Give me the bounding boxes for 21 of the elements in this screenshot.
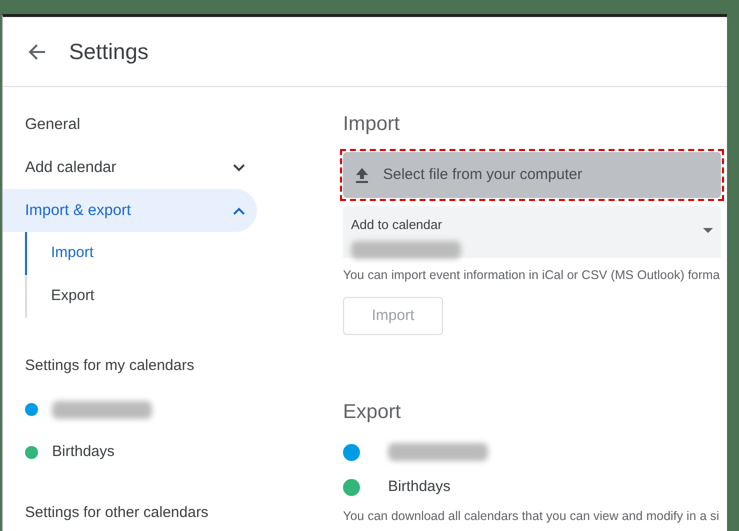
calendar-name[interactable]: Birthdays	[388, 476, 451, 498]
section-heading: Import	[343, 112, 401, 137]
chevron-down-icon[interactable]	[233, 164, 245, 172]
chevron-up-icon[interactable]	[233, 206, 245, 214]
back-arrow-icon[interactable]	[27, 42, 47, 62]
sidebar-item[interactable]: Import & export	[3, 189, 257, 232]
upload-icon	[355, 167, 369, 183]
section-title: Settings for my calendars	[24, 356, 196, 376]
sidebar-item[interactable]: General	[3, 103, 257, 146]
page-title: Settings	[69, 38, 148, 66]
section-title: Settings for other calendars	[24, 503, 210, 524]
calendar-name[interactable]: Birthdays	[52, 441, 115, 464]
sidebar-item[interactable]: Add calendar	[3, 146, 257, 189]
select-file-button[interactable]: Select file from your computer	[343, 152, 721, 198]
help-text: You can import event information in iCal or CSV (MS Outlook) forma	[343, 267, 721, 284]
dropdown-arrow-icon	[703, 228, 713, 233]
help-text: You can download all calendars that you can view and modify in a si	[343, 508, 720, 525]
calendar-dropdown[interactable]: Add to calendar	[343, 206, 721, 258]
sidebar-subitem[interactable]: Export	[25, 275, 225, 318]
sidebar-subitem[interactable]: Import	[25, 232, 225, 275]
section-heading: Export	[343, 400, 402, 425]
